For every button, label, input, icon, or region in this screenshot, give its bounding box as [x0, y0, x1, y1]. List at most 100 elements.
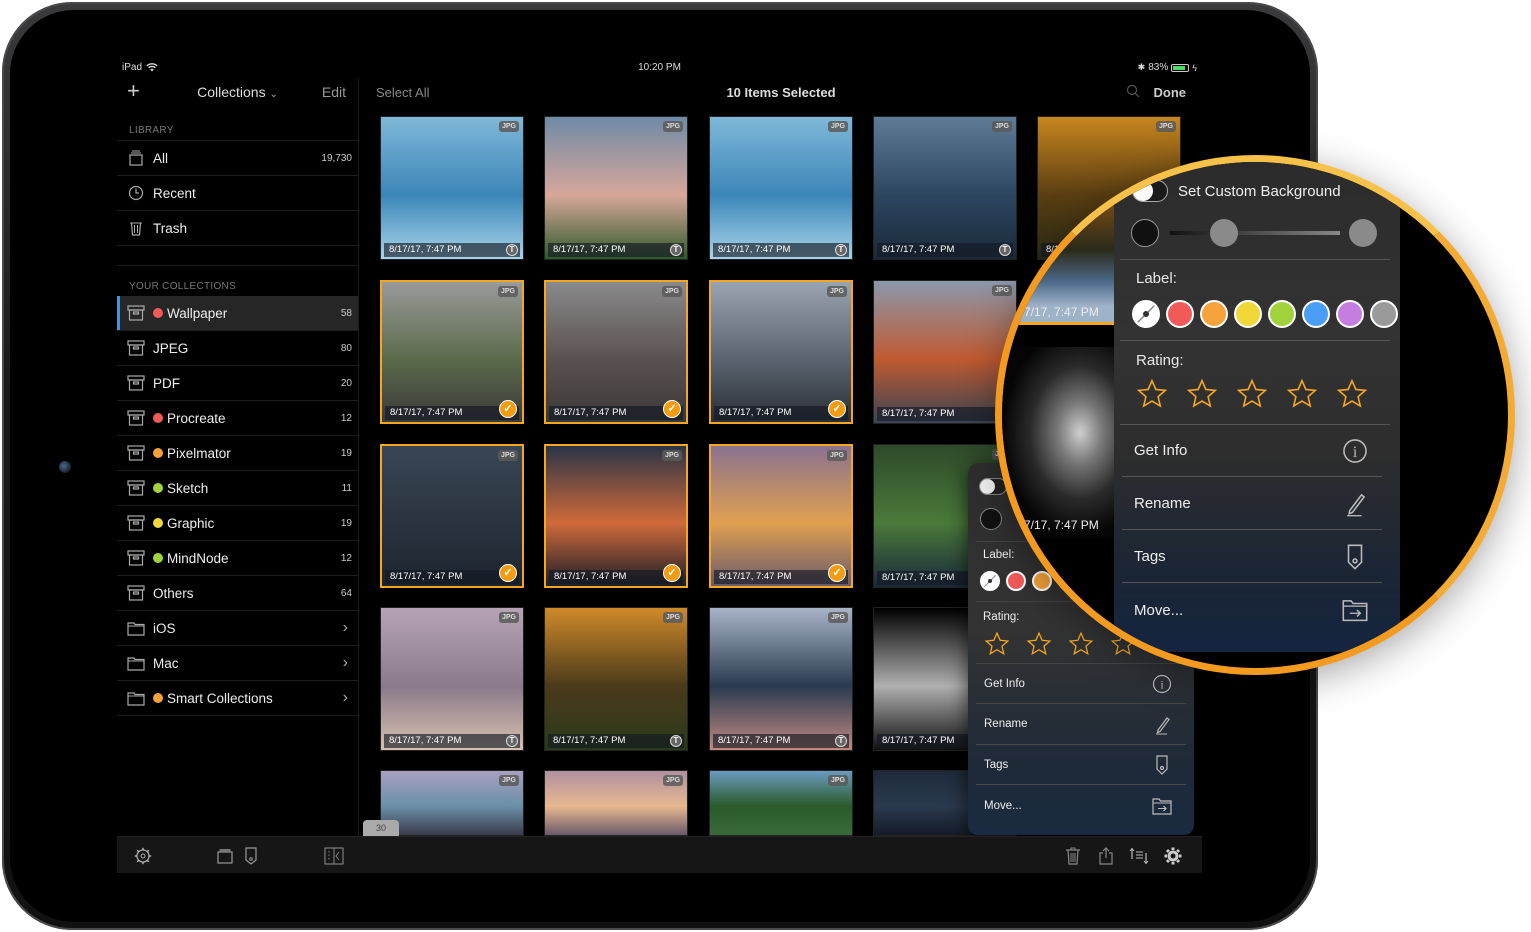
- bottom-toolbar: [117, 836, 1202, 873]
- tag-icon[interactable]: [241, 846, 261, 866]
- gear-icon[interactable]: [1163, 846, 1183, 866]
- rating-star-icon[interactable]: [1186, 378, 1218, 415]
- done-button[interactable]: Done: [1154, 85, 1187, 100]
- sidebar-item-label: Sketch: [167, 480, 209, 496]
- sidebar-item-mac[interactable]: Mac ›: [117, 646, 358, 681]
- rating-star-icon[interactable]: [1336, 378, 1368, 415]
- photo-thumbnail[interactable]: JPG: [709, 770, 853, 836]
- scroll-position-badge[interactable]: 30: [363, 820, 399, 836]
- collections-section-header: YOUR COLLECTIONS: [129, 281, 237, 292]
- file-type-badge: JPG: [661, 450, 682, 461]
- sidebar-item-pdf[interactable]: PDF 20: [117, 366, 358, 401]
- toggle-sidebar-icon[interactable]: [324, 846, 344, 866]
- sidebar-item-sketch[interactable]: Sketch 11: [117, 471, 358, 506]
- custom-background-toggle-large[interactable]: [1132, 180, 1168, 202]
- menu-item-rename[interactable]: Rename: [1122, 478, 1382, 530]
- text-badge-icon: T: [835, 244, 847, 256]
- photo-thumbnail[interactable]: JPG 8/17/17, 7:47 PM ✓: [709, 280, 853, 424]
- photo-thumbnail[interactable]: JPG: [544, 770, 688, 836]
- photo-thumbnail[interactable]: JPG 8/17/17, 7:47 PM ✓: [380, 280, 524, 424]
- photo-date: 8/17/17, 7:47 PM: [384, 243, 520, 257]
- sidebar-item-recent[interactable]: Recent: [117, 176, 358, 211]
- label-color-swatch[interactable]: [1370, 300, 1398, 328]
- clock: 10:20 PM: [638, 62, 681, 73]
- sidebar-item-ios[interactable]: iOS ›: [117, 611, 358, 646]
- magnified-thumbnail-sunset: [1002, 162, 1122, 322]
- rating-star-icon[interactable]: [1286, 378, 1318, 415]
- background-light-swatch[interactable]: [1349, 219, 1377, 247]
- sidebar-item-procreate[interactable]: Procreate 12: [117, 401, 358, 436]
- file-type-badge: JPG: [497, 450, 518, 461]
- menu-item-move[interactable]: Move...: [1122, 584, 1382, 636]
- photo-thumbnail[interactable]: JPG8/17/17, 7:47 PMT: [380, 116, 524, 260]
- photo-thumbnail[interactable]: JPG8/17/17, 7:47 PMT: [544, 607, 688, 751]
- box-icon: [127, 410, 145, 426]
- sidebar-item-trash[interactable]: Trash: [117, 211, 358, 246]
- sidebar-item-all[interactable]: All 19,730: [117, 141, 358, 176]
- sidebar-item-pixelmator[interactable]: Pixelmator 19: [117, 436, 358, 471]
- photo-thumbnail[interactable]: JPG 8/17/17, 7:47 PM ✓: [709, 444, 853, 588]
- rating-star-icon[interactable]: [1136, 378, 1168, 415]
- menu-item-tags[interactable]: Tags: [1122, 531, 1382, 583]
- label-color-swatch[interactable]: [1268, 300, 1296, 328]
- brightness-slider-knob[interactable]: [1210, 219, 1238, 247]
- photo-thumbnail[interactable]: JPG8/17/17, 7:47 PMT: [873, 116, 1017, 260]
- collection-box-icon[interactable]: [215, 846, 235, 866]
- search-icon[interactable]: [1126, 84, 1140, 103]
- photo-thumbnail[interactable]: JPG 8/17/17, 7:47 PM ✓: [380, 444, 524, 588]
- label-color-swatch[interactable]: [1006, 571, 1026, 591]
- label-color-swatch[interactable]: [1336, 300, 1364, 328]
- label-color-swatch[interactable]: [1234, 300, 1262, 328]
- photo-thumbnail[interactable]: JPG8/17/17, 7:47 PMT: [380, 607, 524, 751]
- share-icon[interactable]: [1096, 846, 1116, 866]
- background-dark-swatch[interactable]: [980, 508, 1002, 530]
- text-badge-icon: T: [835, 735, 847, 747]
- rating-star-icon[interactable]: [1068, 631, 1094, 662]
- sidebar-item-others[interactable]: Others 64: [117, 576, 358, 611]
- popover-menu-item-move[interactable]: Move...: [976, 786, 1186, 826]
- folder-move-icon: [1342, 597, 1368, 627]
- rating-star-icon[interactable]: [984, 631, 1010, 662]
- item-count: 80: [340, 342, 352, 354]
- sidebar-header: + Collections ⌄ Edit: [117, 78, 358, 108]
- photo-thumbnail[interactable]: JPG8/17/17, 7:47 PMT: [709, 607, 853, 751]
- photo-thumbnail[interactable]: JPG 8/17/17, 7:47 PM ✓: [544, 444, 688, 588]
- settings-gear-icon[interactable]: [133, 846, 153, 866]
- menu-item-getinfo[interactable]: Get Info i: [1122, 425, 1382, 477]
- item-count: 64: [340, 587, 352, 599]
- background-dark-swatch-large[interactable]: [1131, 219, 1159, 247]
- sidebar-item-mindnode[interactable]: MindNode 12: [117, 541, 358, 576]
- photo-thumbnail[interactable]: JPG: [380, 770, 524, 836]
- photo-date: 8/17/17, 7:47 PM: [384, 734, 520, 748]
- sidebar-item-jpeg[interactable]: JPEG 80: [117, 331, 358, 366]
- item-count: 58: [340, 307, 352, 319]
- box-icon: [127, 340, 145, 356]
- label-color-swatch[interactable]: [1166, 300, 1194, 328]
- text-badge-icon: T: [506, 735, 518, 747]
- sort-icon[interactable]: [1129, 846, 1149, 866]
- label-none-swatch[interactable]: [980, 571, 1000, 591]
- edit-button[interactable]: Edit: [322, 84, 346, 100]
- brightness-slider[interactable]: [1170, 231, 1340, 235]
- sidebar-item-smart-collections[interactable]: Smart Collections ›: [117, 681, 358, 716]
- photo-thumbnail[interactable]: JPG8/17/17, 7:47 PMT: [709, 116, 853, 260]
- rating-star-icon[interactable]: [1236, 378, 1268, 415]
- rating-star-icon[interactable]: [1026, 631, 1052, 662]
- popover-menu-item-rename[interactable]: Rename: [976, 705, 1186, 745]
- sidebar-item-label: iOS: [153, 620, 176, 636]
- sidebar-item-label: Procreate: [167, 410, 226, 426]
- trash-icon[interactable]: [1063, 846, 1083, 866]
- folder-move-icon: [1152, 796, 1172, 819]
- sidebar-item-graphic[interactable]: Graphic 19: [117, 506, 358, 541]
- label-none-swatch[interactable]: [1132, 300, 1160, 328]
- popover-menu-item-tags[interactable]: Tags: [976, 745, 1186, 785]
- label-color-swatch[interactable]: [1302, 300, 1330, 328]
- item-count: 19: [340, 517, 352, 529]
- item-count: 19,730: [321, 152, 352, 164]
- label-color-picker-large: [1132, 300, 1398, 328]
- sidebar-item-wallpaper[interactable]: Wallpaper 58: [117, 296, 358, 331]
- popover-menu-item-getinfo[interactable]: Get Info i: [976, 664, 1186, 704]
- photo-thumbnail[interactable]: JPG 8/17/17, 7:47 PM ✓: [544, 280, 688, 424]
- photo-thumbnail[interactable]: JPG8/17/17, 7:47 PMT: [544, 116, 688, 260]
- label-color-swatch[interactable]: [1200, 300, 1228, 328]
